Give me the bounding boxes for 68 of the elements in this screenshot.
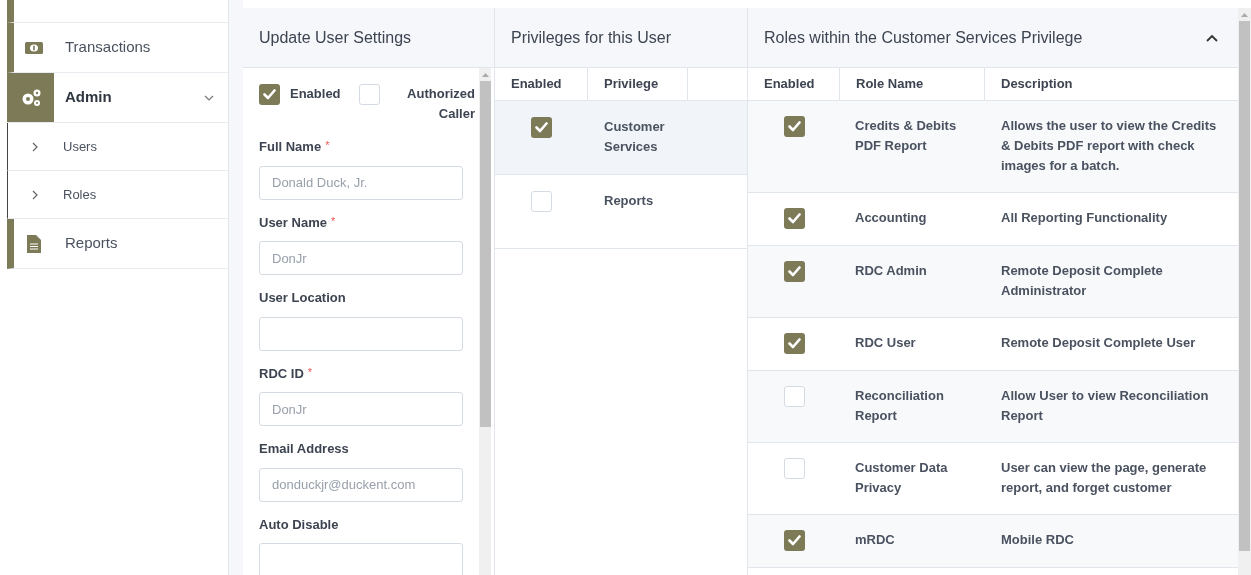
checkbox[interactable] [783, 208, 805, 229]
field-label: Email Address [259, 440, 349, 458]
checkbox[interactable] [783, 116, 805, 137]
role-description: Mobile RDC [1001, 531, 1075, 549]
field-label: User Location [259, 289, 346, 307]
role-name: RDC Admin [855, 262, 928, 280]
role-name: mRDC [855, 531, 896, 549]
checkmark-icon [535, 122, 548, 133]
role-name: Credits & Debits PDF Report [855, 117, 958, 155]
checkmark-icon [787, 266, 801, 277]
field-label: User Name [259, 213, 327, 232]
checkbox[interactable] [358, 84, 380, 105]
input-field[interactable]: DonJr [259, 241, 463, 275]
checkbox[interactable] [783, 530, 805, 551]
privilege-row[interactable]: Customer Services [495, 101, 747, 175]
checkmark-icon [787, 535, 801, 546]
checkbox[interactable] [531, 191, 552, 212]
input-field[interactable] [259, 543, 463, 575]
chevron-icon [204, 94, 214, 101]
input-field[interactable] [259, 316, 463, 351]
checkbox[interactable] [783, 261, 805, 282]
chevron-right-icon [32, 141, 38, 152]
scrollbar[interactable] [479, 68, 491, 575]
panel-title: Privileges for this User [511, 27, 673, 48]
role-description: Allows the user to view the Credits & Debits PDF report with check images for a batch. [1001, 117, 1218, 175]
checkbox-label: Enabled [290, 85, 341, 103]
input-field[interactable]: donduckjr@duckent.com [259, 467, 463, 502]
field-label: Full Name [259, 138, 322, 156]
role-description: User can view the page, generate report, and forget customer [1001, 459, 1208, 497]
checkmark-icon [787, 121, 801, 132]
checkbox[interactable] [783, 386, 805, 407]
field-label: RDC ID [259, 364, 304, 383]
chevron-up-icon[interactable] [1206, 33, 1218, 42]
page-scrollbar[interactable] [1238, 8, 1251, 575]
checkbox[interactable] [783, 458, 805, 479]
role-name: Accounting [855, 209, 928, 227]
checkmark-icon [787, 213, 801, 224]
field-label: Auto Disable [259, 515, 339, 534]
input-field[interactable]: Donald Duck, Jr. [259, 165, 463, 200]
scrollbar-thumb[interactable] [479, 81, 491, 427]
document-icon [27, 234, 41, 253]
role-name: Reconciliation Report [855, 387, 945, 425]
checkmark-icon [787, 338, 801, 349]
checkbox[interactable] [783, 333, 805, 354]
role-description: Allow User to view Reconciliation Report [1001, 387, 1210, 425]
sidebar-item[interactable]: Admin [7, 73, 228, 123]
role-description: All Reporting Functionality [1001, 209, 1169, 227]
required-asterisk: * [330, 213, 336, 229]
scrollbar-thumb[interactable] [1239, 21, 1250, 551]
privilege-name: Reports [603, 192, 655, 210]
panel-title: Update User Settings [259, 27, 413, 48]
chevron-right-icon [32, 189, 38, 200]
banknote-icon [25, 41, 43, 54]
required-asterisk: * [325, 138, 330, 153]
required-asterisk: * [307, 364, 313, 380]
privilege-name: Customer Services [603, 118, 666, 156]
input-field[interactable]: DonJr [259, 392, 463, 426]
scroll-up-arrow-icon[interactable] [1241, 12, 1248, 17]
checkbox[interactable] [531, 117, 552, 138]
role-name: RDC User [855, 334, 917, 352]
role-name: Customer Data Privacy [855, 459, 949, 497]
checkbox[interactable] [259, 84, 280, 105]
role-description: Remote Deposit Complete Administrator [1001, 262, 1164, 300]
role-description: Remote Deposit Complete User [1001, 334, 1197, 352]
panel-title: Roles within the Customer Services Privilege [764, 27, 1084, 48]
scroll-up-arrow-icon[interactable] [481, 72, 489, 77]
checkbox-label: Authorized Caller [406, 85, 475, 123]
checkmark-icon [263, 89, 276, 100]
